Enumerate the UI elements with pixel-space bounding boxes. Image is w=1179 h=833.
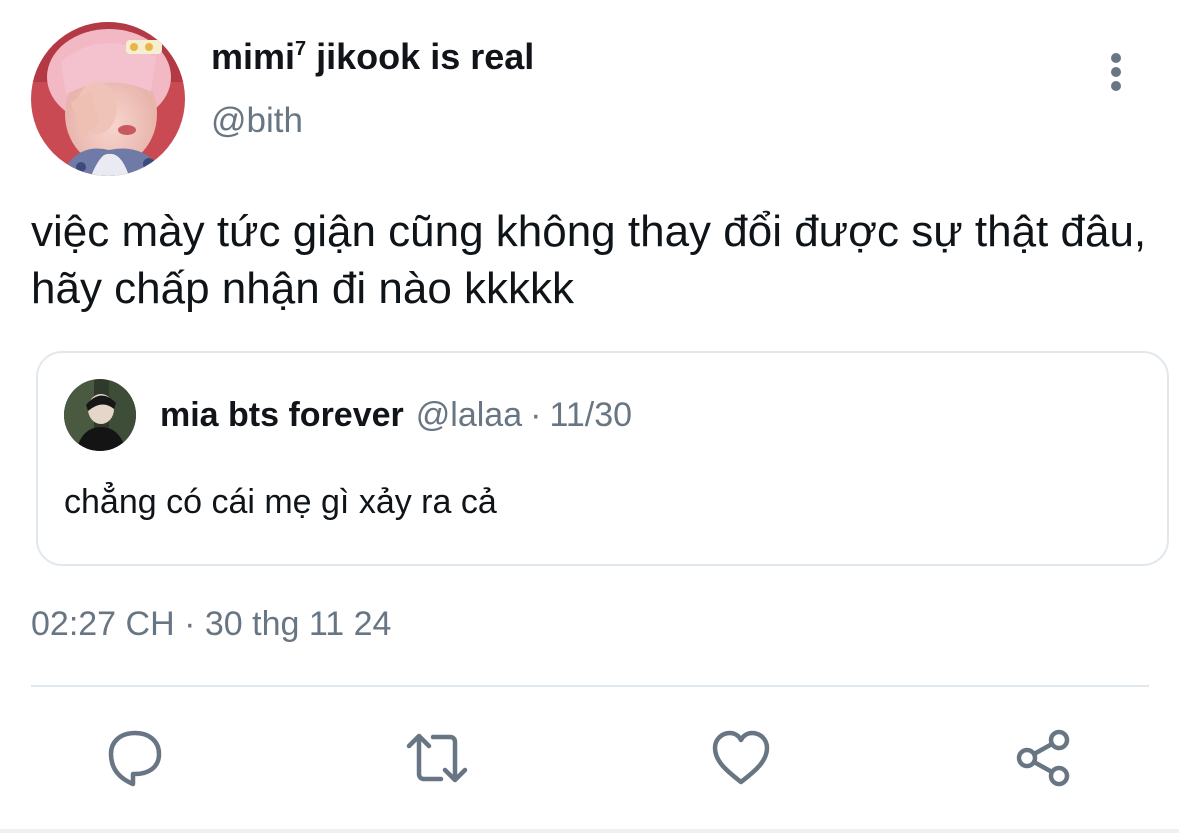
quoted-author-handle: @lalaa xyxy=(415,396,523,434)
reply-button[interactable] xyxy=(103,726,167,790)
retweet-button[interactable] xyxy=(405,726,469,790)
share-icon xyxy=(1016,729,1070,787)
divider xyxy=(31,685,1149,687)
quoted-separator: · xyxy=(530,396,542,434)
quoted-tweet-date: 11/30 xyxy=(549,396,633,434)
more-vertical-icon xyxy=(1111,53,1121,91)
bottom-border xyxy=(0,829,1179,833)
share-button[interactable] xyxy=(1013,726,1077,790)
retweet-icon xyxy=(406,733,468,783)
author-avatar[interactable] xyxy=(31,22,185,176)
quoted-tweet-text: chẳng có cái mẹ gì xảy ra cả xyxy=(64,483,497,521)
quoted-tweet-header: mia bts forever @lalaa · 11/30 xyxy=(160,396,632,435)
quoted-author-name: mia bts forever xyxy=(160,396,404,434)
reply-icon xyxy=(108,730,162,787)
author-name-suffix: jikook is real xyxy=(306,36,535,77)
author-handle[interactable]: @bith xyxy=(211,101,303,141)
quoted-author-avatar xyxy=(64,379,136,451)
author-name-superscript: 7 xyxy=(295,38,307,60)
quoted-tweet-card[interactable]: mia bts forever @lalaa · 11/30 chẳng có cái… xyxy=(36,351,1169,566)
tweet-text: việc mày tức giận cũng không thay đổi đư… xyxy=(31,207,1147,313)
author-display-name[interactable]: mimi7 jikook is real xyxy=(211,36,534,78)
like-button[interactable] xyxy=(709,726,773,790)
more-options-button[interactable] xyxy=(1099,50,1133,96)
tweet-timestamp[interactable]: 02:27 CH · 30 thg 11 24 xyxy=(31,605,391,644)
heart-icon xyxy=(712,730,770,785)
author-name: mimi xyxy=(211,36,296,77)
